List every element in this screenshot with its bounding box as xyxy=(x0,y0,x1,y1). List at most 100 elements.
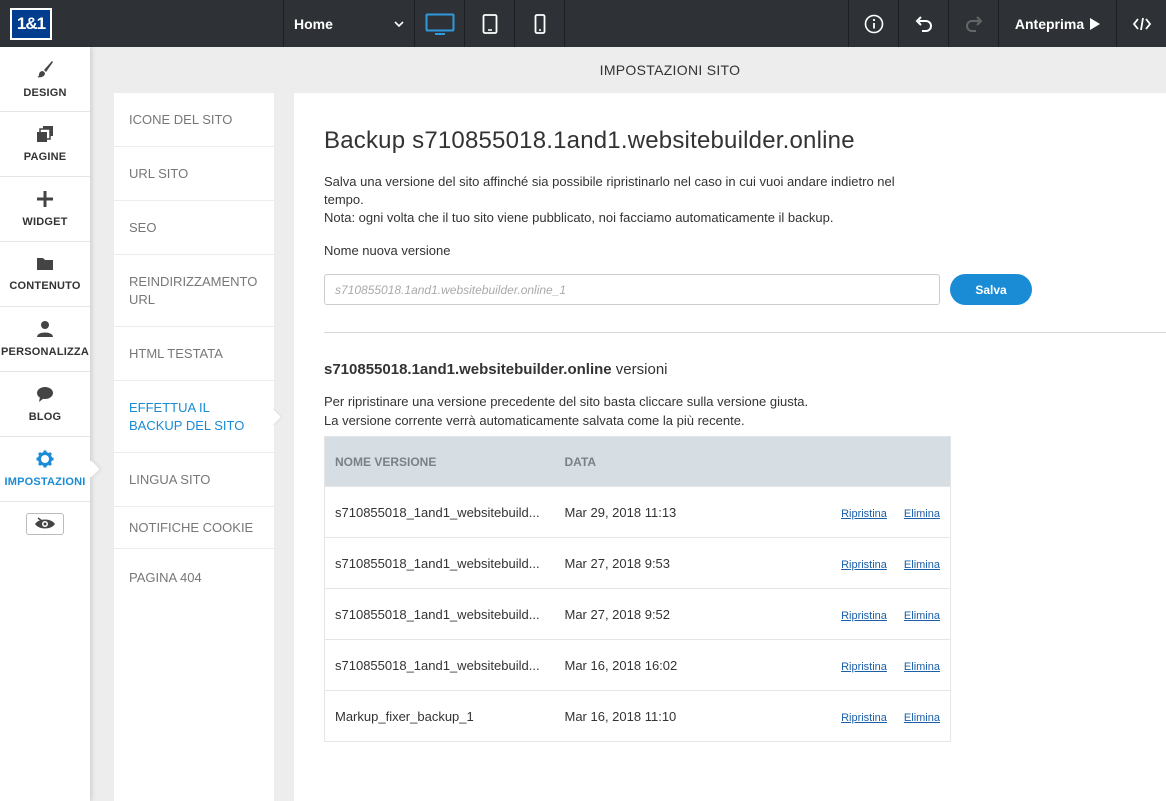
nav-label: CONTENUTO xyxy=(9,280,81,292)
restore-link[interactable]: Ripristina xyxy=(841,559,887,571)
chat-bubble-icon xyxy=(37,387,53,402)
versions-description: Per ripristinare una versione precedente… xyxy=(324,392,1166,430)
nav-design[interactable]: DESIGN xyxy=(0,47,90,112)
settings-menu-item-site-icons[interactable]: ICONE DEL SITO xyxy=(114,93,274,147)
restore-link[interactable]: Ripristina xyxy=(841,508,887,520)
delete-link[interactable]: Elimina xyxy=(904,610,940,622)
settings-menu-item-url-redirect[interactable]: REINDIRIZZAMENTO URL xyxy=(114,255,274,327)
divider xyxy=(324,332,1166,333)
desktop-icon xyxy=(425,13,454,35)
settings-menu-item-header-html[interactable]: HTML TESTATA xyxy=(114,327,274,381)
pages-icon xyxy=(37,126,53,142)
table-header-row: NOME VERSIONE DATA xyxy=(324,436,951,487)
code-icon xyxy=(1132,17,1151,30)
delete-link[interactable]: Elimina xyxy=(904,508,940,520)
save-button[interactable]: Salva xyxy=(950,274,1032,305)
user-icon xyxy=(37,321,53,337)
redo-icon xyxy=(965,15,982,32)
chevron-down-icon xyxy=(394,20,404,27)
backup-description: Salva una versione del sito affinché sia… xyxy=(324,173,914,227)
preview-button[interactable]: Anteprima xyxy=(998,0,1116,47)
folder-icon xyxy=(37,258,53,270)
settings-title: IMPOSTAZIONI SITO xyxy=(599,62,741,78)
brush-icon xyxy=(37,61,53,78)
version-name-input[interactable] xyxy=(324,274,940,305)
restore-link[interactable]: Ripristina xyxy=(841,610,887,622)
settings-menu-item-page-404[interactable]: PAGINA 404 xyxy=(114,549,274,607)
redo-button[interactable] xyxy=(948,0,998,47)
actions-cell: Ripristina Elimina xyxy=(742,486,951,538)
brand-logo[interactable]: 1&1 xyxy=(10,7,52,40)
nav-widget[interactable]: WIDGET xyxy=(0,177,90,242)
restore-link[interactable]: Ripristina xyxy=(841,712,887,724)
restore-link[interactable]: Ripristina xyxy=(841,661,887,673)
table-row[interactable]: Markup_fixer_backup_1 Mar 16, 2018 11:10… xyxy=(324,690,951,742)
settings-menu-item-seo[interactable]: SEO xyxy=(114,201,274,255)
mobile-view-button[interactable] xyxy=(515,0,565,47)
table-row[interactable]: s710855018_1and1_websitebuild... Mar 29,… xyxy=(324,486,951,538)
delete-link[interactable]: Elimina xyxy=(904,712,940,724)
settings-menu-item-cookie-notice[interactable]: NOTIFICHE COOKIE xyxy=(114,507,274,549)
actions-cell: Ripristina Elimina xyxy=(742,537,951,589)
visibility-toggle[interactable] xyxy=(26,513,64,535)
column-header-name: NOME VERSIONE xyxy=(335,454,437,469)
version-name-cell: s710855018_1and1_websitebuild... xyxy=(324,639,555,691)
info-icon xyxy=(864,14,883,33)
table-row[interactable]: s710855018_1and1_websitebuild... Mar 16,… xyxy=(324,639,951,691)
table-row[interactable]: s710855018_1and1_websitebuild... Mar 27,… xyxy=(324,588,951,640)
nav-impostazioni[interactable]: IMPOSTAZIONI xyxy=(0,437,90,502)
page-select-dropdown[interactable]: Home xyxy=(284,0,415,47)
nav-pagine[interactable]: PAGINE xyxy=(0,112,90,177)
preview-label: Anteprima xyxy=(1014,15,1085,32)
description-note: Nota: ogni volta che il tuo sito viene p… xyxy=(324,210,834,225)
versions-title: s710855018.1and1.websitebuilder.online v… xyxy=(324,361,1166,378)
description-line: Salva una versione del sito affinché sia… xyxy=(324,174,895,207)
tablet-icon xyxy=(482,13,497,34)
undo-icon xyxy=(915,15,932,32)
plus-icon xyxy=(37,191,53,207)
nav-contenuto[interactable]: CONTENUTO xyxy=(0,242,90,307)
undo-button[interactable] xyxy=(898,0,948,47)
version-date-cell: Mar 29, 2018 11:13 xyxy=(554,486,743,538)
version-name-cell: s710855018_1and1_websitebuild... xyxy=(324,537,555,589)
left-sidebar: DESIGN PAGINE WIDGET CONTENUTO PERSONALI… xyxy=(0,47,90,801)
eye-slash-icon xyxy=(35,517,55,529)
nav-label: BLOG xyxy=(28,411,62,423)
version-name-label: Nome nuova versione xyxy=(324,243,451,258)
tablet-view-button[interactable] xyxy=(465,0,515,47)
settings-menu-item-site-url[interactable]: URL SITO xyxy=(114,147,274,201)
delete-link[interactable]: Elimina xyxy=(904,559,940,571)
delete-link[interactable]: Elimina xyxy=(904,661,940,673)
mobile-icon xyxy=(534,13,545,34)
actions-cell: Ripristina Elimina xyxy=(742,690,951,742)
nav-personalizza[interactable]: PERSONALIZZA xyxy=(0,307,90,372)
backup-panel: Backup s710855018.1and1.websitebuilder.o… xyxy=(294,93,1166,801)
settings-menu-item-site-language[interactable]: LINGUA SITO xyxy=(114,453,274,507)
versions-table: NOME VERSIONE DATA s710855018_1and1_webs… xyxy=(324,436,951,742)
nav-label: PERSONALIZZA xyxy=(1,346,89,358)
new-version-row: Salva xyxy=(324,274,1166,305)
versions-description-line: Per ripristinare una versione precedente… xyxy=(324,394,809,409)
settings-menu-item-backup[interactable]: EFFETTUA IL BACKUP DEL SITO xyxy=(114,381,274,453)
logo-area: 1&1 xyxy=(0,0,284,47)
nav-label: IMPOSTAZIONI xyxy=(4,476,86,488)
column-header-date: DATA xyxy=(564,454,597,469)
desktop-view-button[interactable] xyxy=(415,0,465,47)
table-row[interactable]: s710855018_1and1_websitebuild... Mar 27,… xyxy=(324,537,951,589)
nav-label: PAGINE xyxy=(23,151,67,163)
info-button[interactable] xyxy=(848,0,898,47)
nav-blog[interactable]: BLOG xyxy=(0,372,90,437)
version-date-cell: Mar 27, 2018 9:53 xyxy=(554,537,743,589)
versions-site-name: s710855018.1and1.websitebuilder.online xyxy=(324,361,612,378)
versions-suffix: versioni xyxy=(611,361,668,378)
code-button[interactable] xyxy=(1116,0,1166,47)
version-date-cell: Mar 16, 2018 11:10 xyxy=(554,690,743,742)
version-date-cell: Mar 16, 2018 16:02 xyxy=(554,639,743,691)
versions-description-line: La versione corrente verrà automaticamen… xyxy=(324,413,745,428)
gear-icon xyxy=(36,450,54,468)
version-name-cell: Markup_fixer_backup_1 xyxy=(324,690,555,742)
nav-label: DESIGN xyxy=(23,87,67,99)
actions-cell: Ripristina Elimina xyxy=(742,588,951,640)
page-title: Backup s710855018.1and1.websitebuilder.o… xyxy=(324,127,855,154)
